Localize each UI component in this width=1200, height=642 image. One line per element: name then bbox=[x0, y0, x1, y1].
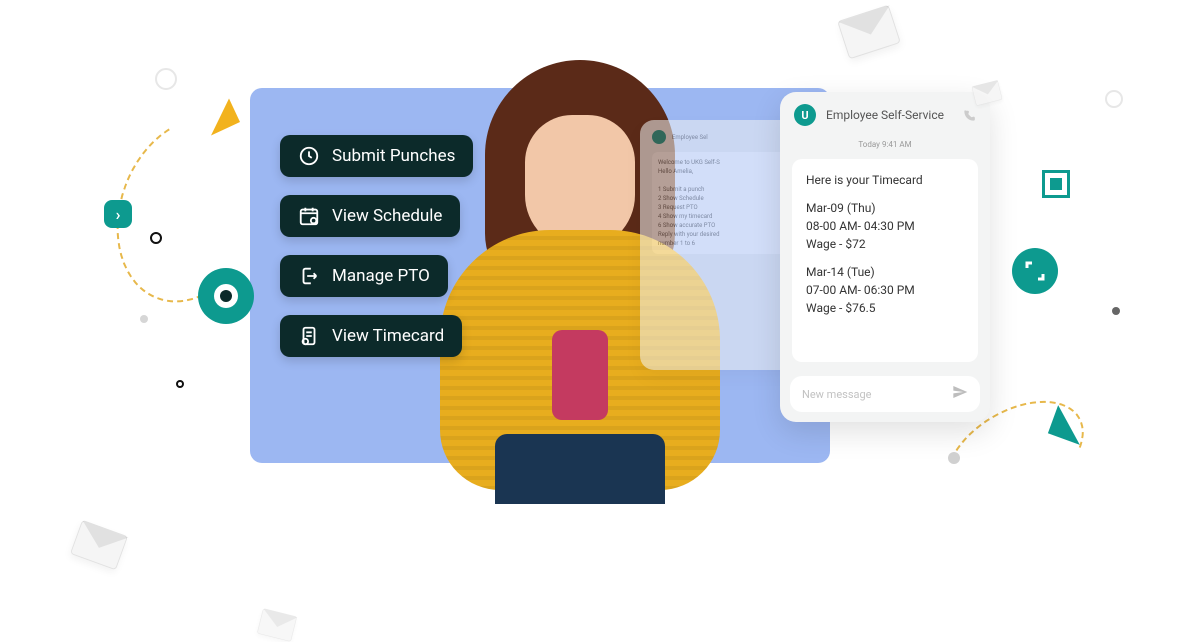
chat-header: U Employee Self-Service bbox=[780, 92, 990, 138]
eye-badge-icon bbox=[198, 268, 254, 324]
phone-icon[interactable] bbox=[962, 108, 976, 122]
chat-bubble: Here is your Timecard Mar-09 (Thu) 08-00… bbox=[792, 159, 978, 362]
ring-decoration bbox=[1105, 90, 1123, 108]
timecard-icon bbox=[298, 325, 320, 347]
dot-decoration bbox=[948, 452, 960, 464]
action-label: Submit Punches bbox=[332, 146, 455, 166]
action-list: Submit Punches View Schedule Manage PTO … bbox=[280, 135, 473, 357]
ring-decoration bbox=[155, 68, 177, 90]
envelope-icon bbox=[837, 5, 901, 60]
view-timecard-button[interactable]: View Timecard bbox=[280, 315, 462, 357]
chat-card: U Employee Self-Service Today 9:41 AM He… bbox=[780, 92, 990, 422]
calendar-icon bbox=[298, 205, 320, 227]
envelope-icon bbox=[257, 608, 297, 642]
timecard-entry: Mar-14 (Tue) 07-00 AM- 06:30 PM Wage - $… bbox=[806, 263, 964, 317]
action-label: View Schedule bbox=[332, 206, 442, 226]
submit-punches-button[interactable]: Submit Punches bbox=[280, 135, 473, 177]
dot-decoration bbox=[1112, 307, 1120, 315]
bubble-heading: Here is your Timecard bbox=[806, 171, 964, 189]
envelope-icon bbox=[70, 520, 128, 570]
entry-wage: Wage - $72 bbox=[806, 235, 964, 253]
ring-decoration bbox=[176, 380, 184, 388]
entry-hours: 08-00 AM- 04:30 PM bbox=[806, 217, 964, 235]
logout-icon bbox=[298, 265, 320, 287]
manage-pto-button[interactable]: Manage PTO bbox=[280, 255, 448, 297]
entry-hours: 07-00 AM- 06:30 PM bbox=[806, 281, 964, 299]
send-icon[interactable] bbox=[952, 384, 968, 404]
crop-badge-icon bbox=[1012, 248, 1058, 294]
dot-decoration bbox=[140, 315, 148, 323]
chat-title: Employee Sel bbox=[672, 134, 708, 141]
avatar bbox=[652, 130, 666, 144]
input-placeholder: New message bbox=[802, 388, 952, 401]
envelope-icon bbox=[971, 80, 1002, 106]
chat-message: Welcome to UKG Self-S Hello Amelia, 1 Su… bbox=[652, 152, 798, 254]
timecard-entry: Mar-09 (Thu) 08-00 AM- 04:30 PM Wage - $… bbox=[806, 199, 964, 253]
chat-timeline: Today 9:41 AM bbox=[780, 138, 990, 155]
action-label: Manage PTO bbox=[332, 266, 430, 286]
entry-date: Mar-09 (Thu) bbox=[806, 199, 964, 217]
avatar: U bbox=[794, 104, 816, 126]
square-icon bbox=[1042, 170, 1070, 198]
ring-decoration bbox=[150, 232, 162, 244]
message-input[interactable]: New message bbox=[790, 376, 980, 412]
entry-wage: Wage - $76.5 bbox=[806, 299, 964, 317]
chat-title: Employee Self-Service bbox=[826, 108, 944, 122]
arrow-badge-icon: › bbox=[104, 200, 132, 228]
view-schedule-button[interactable]: View Schedule bbox=[280, 195, 460, 237]
entry-date: Mar-14 (Tue) bbox=[806, 263, 964, 281]
action-label: View Timecard bbox=[332, 326, 444, 346]
clock-icon bbox=[298, 145, 320, 167]
